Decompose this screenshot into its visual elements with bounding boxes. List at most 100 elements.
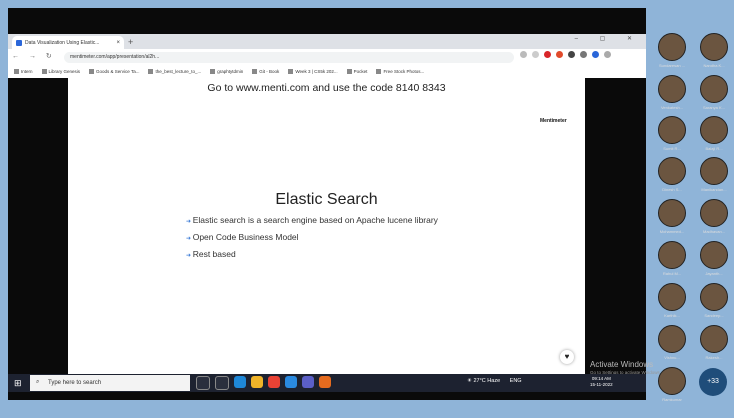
- more-participants-button[interactable]: +33: [699, 368, 727, 396]
- close-tab-icon[interactable]: ×: [116, 40, 120, 46]
- avatar: [700, 157, 728, 185]
- bookmark-item[interactable]: Intern: [14, 69, 33, 74]
- chrome-icon[interactable]: [268, 376, 280, 388]
- avatar: [700, 199, 728, 227]
- windows-start-icon[interactable]: ⊞: [14, 378, 22, 389]
- bookmark-item[interactable]: Library Genesis: [42, 69, 81, 74]
- participant-tile[interactable]: Venkatesh...: [654, 75, 690, 110]
- participant-tile[interactable]: Rahul M...: [654, 241, 690, 276]
- participant-tile[interactable]: Karthik...: [654, 283, 690, 318]
- avatar: [658, 75, 686, 103]
- slide-bullet: Open Code Business Model: [186, 232, 299, 242]
- participant-tile[interactable]: Vishnu...: [654, 325, 690, 360]
- edge-icon[interactable]: [234, 376, 246, 388]
- participant-name: Venkatesh...: [660, 105, 683, 110]
- bookmark-item[interactable]: Git - Book: [252, 69, 279, 74]
- participant-name: Sundaresan ...: [658, 63, 686, 68]
- url-field[interactable]: mentimeter.com/app/presentation/al2h...: [64, 52, 514, 63]
- participant-name: Mohammed...: [659, 229, 685, 234]
- nav-buttons[interactable]: ← → ↻: [12, 52, 56, 60]
- search-icon: ⌕: [36, 379, 40, 385]
- mentimeter-logo: Mentimeter: [540, 118, 567, 124]
- task-view-icon[interactable]: [196, 376, 210, 390]
- app-orange-icon[interactable]: [319, 376, 331, 388]
- bookmark-item[interactable]: Goods & Service Ta...: [89, 69, 139, 74]
- bookmark-item[interactable]: Pocket: [347, 69, 368, 74]
- avatar: [700, 325, 728, 353]
- avatar: [700, 241, 728, 269]
- widgets-icon[interactable]: [215, 376, 229, 390]
- participant-tile[interactable]: Jayanth...: [696, 241, 732, 276]
- avatar: [658, 116, 686, 144]
- menti-code-instruction: Go to www.menti.com and use the code 814…: [207, 82, 446, 94]
- avatar: [658, 283, 686, 311]
- participant-name: Rakesh...: [705, 355, 723, 360]
- extension-orange-icon[interactable]: [556, 51, 563, 58]
- participant-tile[interactable]: Sandeep...: [696, 283, 732, 318]
- participant-tile[interactable]: Madhavan...: [696, 199, 732, 234]
- avatar: [658, 367, 686, 395]
- system-tray[interactable]: ☀ 27°C Haze ENG: [467, 378, 522, 384]
- participant-name: Dinesh S...: [662, 187, 682, 192]
- participant-name: Nandha K...: [703, 63, 725, 68]
- taskbar-search-input[interactable]: Type here to search: [30, 375, 190, 391]
- participant-tile[interactable]: Saranya K...: [696, 75, 732, 110]
- participant-tile[interactable]: Sundaresan ...: [654, 33, 690, 68]
- avatar: [658, 325, 686, 353]
- browser-tab[interactable]: Data Visualization Using Elastic... ×: [12, 36, 124, 49]
- clock-date: 15-11-2022: [590, 382, 613, 387]
- participant-name: Sandeep...: [704, 313, 724, 318]
- avatar: [658, 241, 686, 269]
- slide-bullet: Elastic search is a search engine based …: [186, 215, 438, 225]
- new-tab-button[interactable]: +: [128, 36, 138, 48]
- window-controls[interactable]: – ▢ ✕: [575, 35, 642, 42]
- share-icon[interactable]: [520, 51, 527, 58]
- participant-name: Sumit R...: [663, 146, 681, 151]
- participant-tile[interactable]: Rakesh...: [696, 325, 732, 360]
- participant-name: Karthik...: [664, 313, 680, 318]
- participant-tile[interactable]: Dinesh S...: [654, 157, 690, 192]
- avatar: [700, 33, 728, 61]
- avatar: [700, 116, 728, 144]
- language-indicator: ENG: [509, 378, 522, 384]
- participant-name: Madhavan...: [702, 229, 725, 234]
- avatar: [700, 75, 728, 103]
- participant-tile[interactable]: Nandha K...: [696, 33, 732, 68]
- taskbar-apps: [196, 376, 331, 390]
- avatar: [700, 283, 728, 311]
- participant-tile[interactable]: Balaji R...: [696, 116, 732, 151]
- slide-canvas: [68, 78, 585, 374]
- participant-tile[interactable]: Mohammed...: [654, 199, 690, 234]
- participant-name: Rahul M...: [662, 271, 682, 276]
- profile-icon[interactable]: [592, 51, 599, 58]
- avatar: [658, 33, 686, 61]
- participant-name: Vishnu...: [664, 355, 680, 360]
- avatar: [658, 199, 686, 227]
- heart-reaction-icon[interactable]: ♥: [560, 350, 574, 364]
- participant-tile[interactable]: Ramkumar: [654, 367, 690, 402]
- tab-favicon-icon: [16, 39, 22, 46]
- bookmark-item[interactable]: Free Stock Photos...: [376, 69, 424, 74]
- extension-red-icon[interactable]: [544, 51, 551, 58]
- weather-text: 27°C Haze: [473, 378, 501, 384]
- avatar: [658, 157, 686, 185]
- teams-icon[interactable]: [302, 376, 314, 388]
- bookmark-item[interactable]: graphtytdmin: [210, 69, 243, 74]
- participant-tile[interactable]: Sumit R...: [654, 116, 690, 151]
- bookmark-item[interactable]: Week 3 | CS5k 202...: [288, 69, 337, 74]
- puzzle-icon[interactable]: [580, 51, 587, 58]
- slide-bullet: Rest based: [186, 249, 236, 259]
- star-icon[interactable]: [532, 51, 539, 58]
- bookmarks-bar: Intern Library Genesis Goods & Service T…: [8, 65, 646, 78]
- taskbar-clock[interactable]: 09:14 AM 15-11-2022: [590, 376, 613, 388]
- participant-tile[interactable]: Manikandan...: [696, 157, 732, 192]
- bookmark-item[interactable]: the_best_lecture_to_...: [148, 69, 201, 74]
- participant-name: Balaji R...: [705, 146, 723, 151]
- extension-icons[interactable]: [520, 51, 611, 58]
- menu-icon[interactable]: [604, 51, 611, 58]
- extension-dark-icon[interactable]: [568, 51, 575, 58]
- app-icon[interactable]: [285, 376, 297, 388]
- participant-name: Jayanth...: [705, 271, 723, 276]
- slide-title: Elastic Search: [275, 191, 378, 208]
- file-explorer-icon[interactable]: [251, 376, 263, 388]
